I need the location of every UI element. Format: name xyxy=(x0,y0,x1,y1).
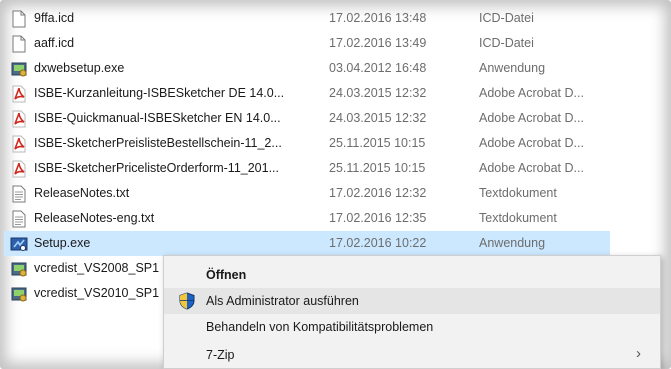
pdf-icon xyxy=(12,135,26,153)
file-type: Adobe Acrobat D... xyxy=(479,86,584,100)
generic-file-icon xyxy=(12,10,26,28)
file-name: ReleaseNotes-eng.txt xyxy=(34,211,155,225)
file-name: ISBE-Kurzanleitung-ISBESketcher DE 14.0.… xyxy=(34,86,285,100)
text-file-icon xyxy=(12,210,26,228)
file-date: 17.02.2016 12:35 xyxy=(329,211,427,225)
file-date: 17.02.2016 13:48 xyxy=(329,11,427,25)
explorer-window: 9ffa.icd 17.02.2016 13:48 ICD-Datei aaff… xyxy=(0,0,671,369)
file-name: ISBE-SketcherPreislisteBestellschein-11_… xyxy=(34,136,282,150)
pdf-icon xyxy=(12,160,26,178)
file-row[interactable]: aaff.icd 17.02.2016 13:49 ICD-Datei xyxy=(4,31,610,56)
file-name: ReleaseNotes.txt xyxy=(34,186,130,200)
file-date: 24.03.2015 12:32 xyxy=(329,86,427,100)
file-type: ICD-Datei xyxy=(479,11,534,25)
file-date: 25.11.2015 10:15 xyxy=(329,161,426,175)
file-type: Textdokument xyxy=(479,211,557,225)
file-name: vcredist_VS2010_SP1 xyxy=(34,286,160,300)
menu-item-run-as-admin[interactable]: Als Administrator ausführen xyxy=(164,288,660,314)
menu-item-label: 7-Zip xyxy=(206,348,235,362)
file-type: Adobe Acrobat D... xyxy=(479,136,584,150)
file-date: 17.02.2016 13:49 xyxy=(329,36,427,50)
uac-shield-icon xyxy=(179,292,195,310)
file-name: dxwebsetup.exe xyxy=(34,61,125,75)
file-row[interactable]: 9ffa.icd 17.02.2016 13:48 ICD-Datei xyxy=(4,6,610,31)
file-type: Anwendung xyxy=(479,61,546,75)
installer-icon xyxy=(11,287,27,302)
file-date: 24.03.2015 12:32 xyxy=(329,111,427,125)
file-row[interactable]: ISBE-Quickmanual-ISBESketcher EN 14.0...… xyxy=(4,106,610,131)
file-date: 17.02.2016 10:22 xyxy=(329,236,427,250)
pdf-icon xyxy=(12,85,26,103)
menu-item-7zip[interactable]: 7-Zip › xyxy=(164,342,660,368)
file-row[interactable]: ISBE-SketcherPreislisteBestellschein-11_… xyxy=(4,131,610,156)
file-row[interactable]: ReleaseNotes-eng.txt 17.02.2016 12:35 Te… xyxy=(4,206,610,231)
text-file-icon xyxy=(12,185,26,203)
file-name: aaff.icd xyxy=(34,36,75,50)
file-row[interactable]: ReleaseNotes.txt 17.02.2016 12:32 Textdo… xyxy=(4,181,610,206)
pdf-icon xyxy=(12,110,26,128)
menu-item-label: Behandeln von Kompatibilitätsproblemen xyxy=(206,320,434,334)
file-name: Setup.exe xyxy=(34,236,91,250)
menu-item-label: Als Administrator ausführen xyxy=(206,294,359,308)
file-date: 03.04.2012 16:48 xyxy=(329,61,427,75)
file-row[interactable]: dxwebsetup.exe 03.04.2012 16:48 Anwendun… xyxy=(4,56,610,81)
file-row[interactable]: ISBE-SketcherPricelisteOrderform-11_201.… xyxy=(4,156,610,181)
context-menu: Öffnen Als Administrator ausführen Behan… xyxy=(163,255,661,369)
file-name: ISBE-Quickmanual-ISBESketcher EN 14.0... xyxy=(34,111,281,125)
file-date: 17.02.2016 12:32 xyxy=(329,186,427,200)
file-type: Adobe Acrobat D... xyxy=(479,111,584,125)
chevron-right-icon: › xyxy=(636,345,641,362)
file-type: ICD-Datei xyxy=(479,36,534,50)
file-type: Anwendung xyxy=(479,236,546,250)
file-type: Textdokument xyxy=(479,186,557,200)
file-name: 9ffa.icd xyxy=(34,11,75,25)
generic-file-icon xyxy=(12,35,26,53)
file-name: vcredist_VS2008_SP1 xyxy=(34,261,160,275)
file-type: Adobe Acrobat D... xyxy=(479,161,584,175)
menu-item-open[interactable]: Öffnen xyxy=(164,262,660,288)
file-row[interactable]: ISBE-Kurzanleitung-ISBESketcher DE 14.0.… xyxy=(4,81,610,106)
file-row-selected[interactable]: Setup.exe 17.02.2016 10:22 Anwendung xyxy=(4,231,610,256)
menu-item-compatibility[interactable]: Behandeln von Kompatibilitätsproblemen xyxy=(164,314,660,340)
installer-icon xyxy=(11,262,27,277)
installer-icon xyxy=(11,62,27,77)
file-name: ISBE-SketcherPricelisteOrderform-11_201.… xyxy=(34,161,280,175)
menu-item-label: Öffnen xyxy=(206,268,247,282)
file-date: 25.11.2015 10:15 xyxy=(329,136,426,150)
setup-icon xyxy=(10,237,28,251)
